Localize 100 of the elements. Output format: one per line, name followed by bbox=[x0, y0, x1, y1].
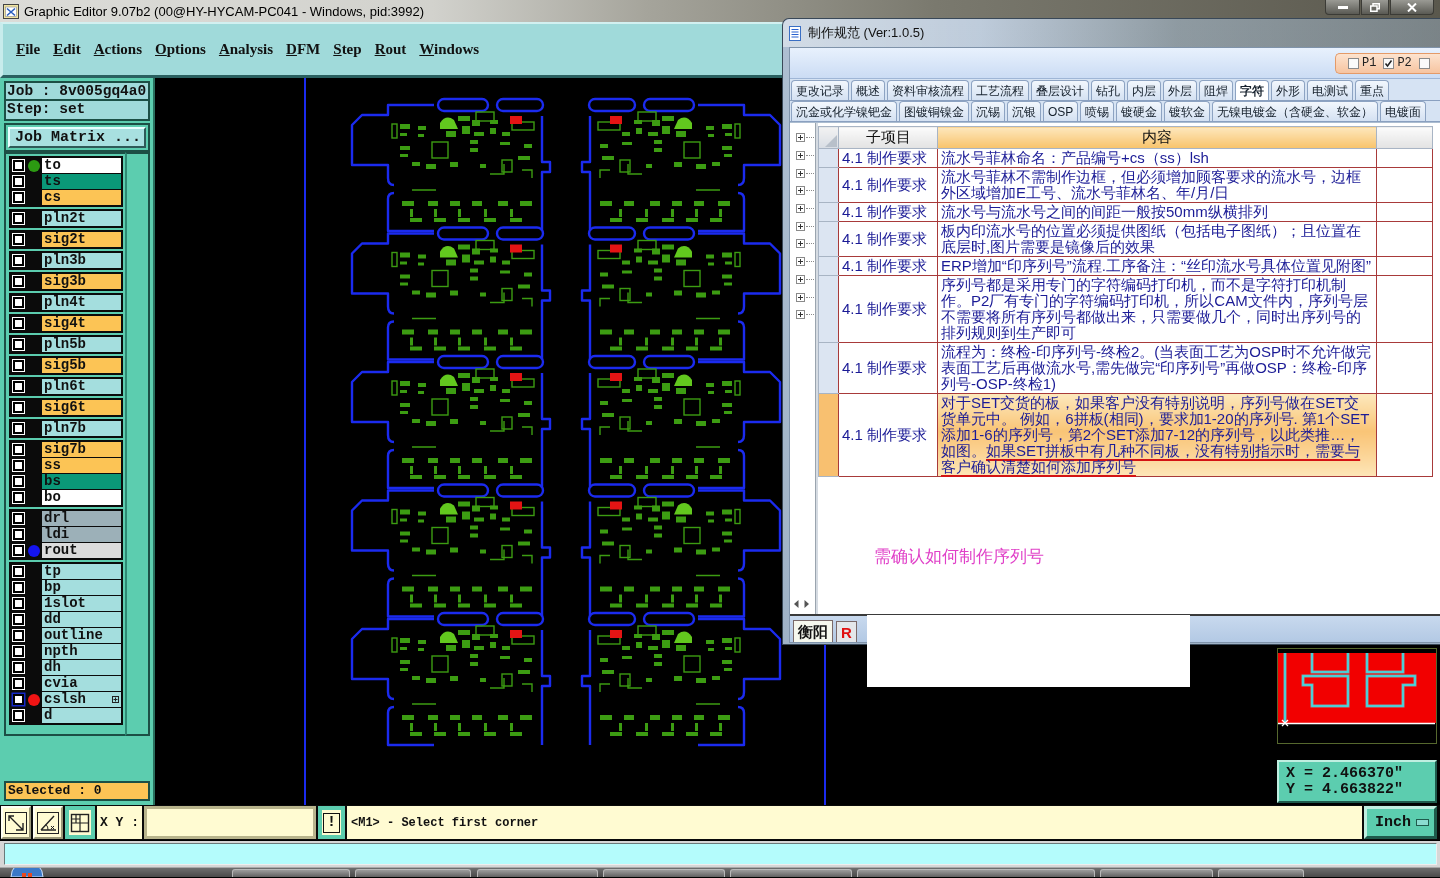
alert-button[interactable]: ! bbox=[318, 806, 345, 839]
row-header[interactable] bbox=[818, 275, 839, 343]
layer-name[interactable]: pln4t bbox=[42, 295, 121, 310]
layer-name[interactable]: bs bbox=[42, 474, 121, 489]
layer-name[interactable]: sig3b bbox=[42, 274, 121, 289]
tab[interactable]: 喷锡 bbox=[1080, 101, 1115, 121]
tab[interactable]: OSP bbox=[1043, 101, 1079, 121]
tab[interactable]: 无镍电镀金（含硬金、软金） bbox=[1212, 101, 1379, 121]
layer-checkbox[interactable] bbox=[13, 339, 24, 350]
layer-checkbox[interactable] bbox=[13, 582, 24, 593]
layer-name[interactable]: pln5b bbox=[42, 337, 121, 352]
plant-checkbox[interactable]: P1 bbox=[1348, 56, 1377, 70]
layer-name[interactable]: outline bbox=[42, 628, 121, 643]
layer-name[interactable]: sig6t bbox=[42, 400, 121, 415]
expand-icon[interactable] bbox=[796, 239, 805, 249]
scrollbar-track[interactable] bbox=[125, 152, 150, 736]
layer-checkbox[interactable] bbox=[13, 678, 24, 689]
menu-item[interactable]: Options bbox=[155, 41, 206, 58]
layer-name[interactable]: pln7b bbox=[42, 421, 121, 436]
layer-checkbox[interactable] bbox=[13, 276, 24, 287]
units-button[interactable]: Inch bbox=[1364, 806, 1437, 839]
column-header[interactable]: 子项目 bbox=[838, 126, 938, 149]
layer-checkbox[interactable] bbox=[13, 476, 24, 487]
tab[interactable]: 概述 bbox=[851, 80, 885, 100]
layer-name[interactable]: bp bbox=[42, 580, 121, 595]
tab[interactable]: 电测试 bbox=[1307, 80, 1353, 100]
layer-name[interactable]: 1slot bbox=[42, 596, 121, 611]
tab[interactable]: 沉锡 bbox=[971, 101, 1005, 121]
layer-name[interactable]: rout bbox=[42, 543, 121, 558]
tab[interactable]: 沉金或化学镍钯金 bbox=[791, 101, 897, 121]
layer-name[interactable]: bo bbox=[42, 490, 121, 505]
tab[interactable]: 叠层设计 bbox=[1031, 80, 1089, 100]
plant-checkbox[interactable] bbox=[1418, 57, 1430, 69]
taskbar-button[interactable] bbox=[355, 869, 471, 877]
taskbar-button[interactable] bbox=[857, 869, 1095, 877]
layer-name[interactable]: pln3b bbox=[42, 253, 121, 268]
taskbar-button[interactable] bbox=[730, 869, 852, 877]
menu-item[interactable]: Edit bbox=[53, 41, 81, 58]
row-header[interactable] bbox=[818, 221, 839, 257]
sheet-tab[interactable]: 衡阳 bbox=[793, 620, 833, 642]
layer-name[interactable]: sig5b bbox=[42, 358, 121, 373]
layer-name[interactable]: npth bbox=[42, 644, 121, 659]
layer-checkbox[interactable] bbox=[13, 662, 24, 673]
menu-item[interactable]: Analysis bbox=[218, 41, 274, 58]
tab[interactable]: 内层 bbox=[1127, 80, 1161, 100]
expand-icon[interactable] bbox=[796, 168, 805, 178]
layer-checkbox[interactable] bbox=[13, 213, 24, 224]
tab[interactable]: 字符 bbox=[1235, 80, 1269, 100]
layer-name[interactable]: dd bbox=[42, 612, 121, 627]
layer-name[interactable]: sig7b bbox=[42, 442, 121, 457]
layer-name[interactable]: sig2t bbox=[42, 232, 121, 247]
layer-checkbox[interactable] bbox=[13, 192, 24, 203]
expand-icon[interactable] bbox=[796, 292, 805, 302]
layer-checkbox[interactable] bbox=[13, 460, 24, 471]
layer-name[interactable]: to bbox=[42, 158, 121, 173]
tab[interactable]: 外形 bbox=[1271, 80, 1305, 100]
expand-icon[interactable] bbox=[796, 310, 805, 320]
expand-icon[interactable] bbox=[796, 151, 805, 161]
tool-button[interactable] bbox=[65, 806, 95, 839]
tab[interactable]: 图镀铜镍金 bbox=[899, 101, 969, 121]
layer-name[interactable]: ts bbox=[42, 174, 121, 189]
tab[interactable]: 重点 bbox=[1355, 80, 1389, 100]
expand-icon[interactable] bbox=[796, 204, 805, 214]
expand-icon[interactable] bbox=[796, 257, 805, 267]
tab[interactable]: 沉银 bbox=[1007, 101, 1041, 121]
layer-checkbox[interactable] bbox=[13, 545, 24, 556]
expand-icon[interactable] bbox=[796, 274, 805, 284]
menu-item[interactable]: Step bbox=[333, 41, 362, 58]
layer-checkbox[interactable] bbox=[13, 360, 24, 371]
layer-name[interactable]: d bbox=[42, 708, 121, 723]
layer-checkbox[interactable] bbox=[13, 492, 24, 503]
layer-name[interactable]: ss bbox=[42, 458, 121, 473]
layer-checkbox[interactable] bbox=[13, 630, 24, 641]
tab[interactable]: 更改记录 bbox=[791, 80, 849, 100]
layer-checkbox[interactable] bbox=[13, 234, 24, 245]
scroll-left-icon[interactable] bbox=[794, 600, 799, 608]
layer-checkbox[interactable] bbox=[13, 297, 24, 308]
taskbar-button[interactable] bbox=[232, 869, 350, 877]
menu-item[interactable]: DFM bbox=[286, 41, 321, 58]
menu-item[interactable]: Windows bbox=[419, 41, 480, 58]
job-matrix-button[interactable]: Job Matrix ... bbox=[4, 123, 150, 152]
menu-item[interactable]: Rout bbox=[374, 41, 407, 58]
layer-checkbox[interactable] bbox=[13, 176, 24, 187]
layer-name[interactable]: pln2t bbox=[42, 211, 121, 226]
menu-item[interactable]: Actions bbox=[93, 41, 143, 58]
layer-checkbox[interactable] bbox=[13, 710, 24, 721]
layer-checkbox[interactable] bbox=[13, 646, 24, 657]
menu-item[interactable]: File bbox=[16, 41, 41, 58]
row-header[interactable] bbox=[818, 393, 839, 477]
taskbar-button[interactable] bbox=[1100, 869, 1213, 877]
layer-checkbox[interactable] bbox=[13, 513, 24, 524]
start-button-icon[interactable] bbox=[10, 868, 44, 877]
layer-name[interactable]: drl bbox=[42, 511, 121, 526]
tab[interactable]: 外层 bbox=[1163, 80, 1197, 100]
taskbar-button[interactable] bbox=[1218, 869, 1304, 877]
taskbar-button[interactable] bbox=[477, 869, 598, 877]
tab[interactable]: 阻焊 bbox=[1199, 80, 1233, 100]
taskbar-button[interactable] bbox=[603, 869, 725, 877]
tab[interactable]: 钻孔 bbox=[1091, 80, 1125, 100]
minimize-button[interactable] bbox=[1325, 0, 1360, 15]
